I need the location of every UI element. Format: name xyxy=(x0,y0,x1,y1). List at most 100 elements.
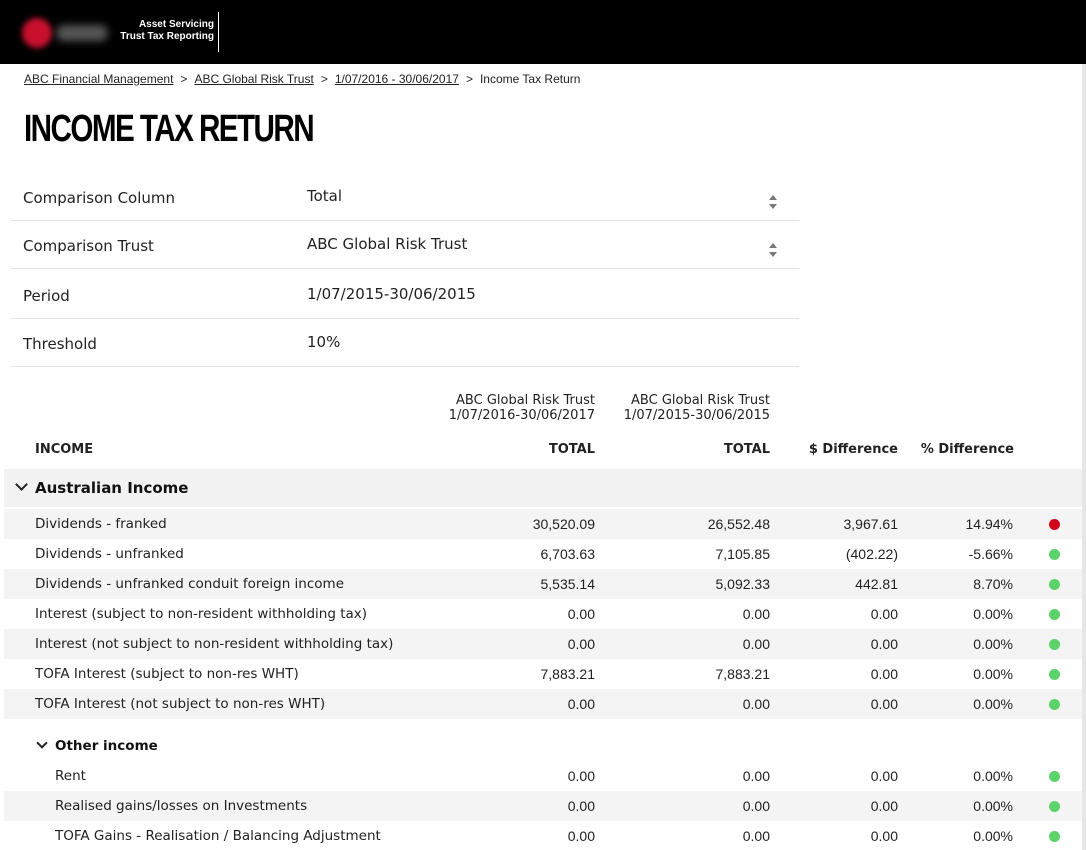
threshold-label: Threshold xyxy=(23,335,97,353)
comparison-trust-label: Comparison Trust xyxy=(23,237,154,255)
page-title: INCOME TAX RETURN xyxy=(24,108,315,150)
percent-difference: 8.70% xyxy=(973,576,1013,592)
table-row: Dividends - unfranked 6,703.63 7,105.85 (40… xyxy=(4,539,1082,569)
breadcrumb-link-trust[interactable]: ABC Global Risk Trust xyxy=(194,72,313,86)
status-indicator-icon xyxy=(1049,519,1060,530)
value-comparison: 0.00 xyxy=(742,606,770,622)
dollar-difference: 0.00 xyxy=(870,696,898,712)
value-current: 0.00 xyxy=(567,798,595,814)
value-comparison: 0.00 xyxy=(742,768,770,784)
percent-difference: 0.00% xyxy=(973,666,1013,682)
value-comparison: 5,092.33 xyxy=(715,576,771,592)
scrollbar-track[interactable] xyxy=(1082,64,1086,850)
row-label: Interest (not subject to non-resident wi… xyxy=(35,636,394,652)
select-arrows-icon[interactable] xyxy=(769,195,779,211)
table-row: TOFA Gains - Realisation / Balancing Adj… xyxy=(4,821,1082,850)
breadcrumb-link-period[interactable]: 1/07/2016 - 30/06/2017 xyxy=(335,72,459,86)
subsection-title: Other income xyxy=(55,738,158,754)
table-row: Dividends - unfranked conduit foreign in… xyxy=(4,569,1082,599)
value-current: 0.00 xyxy=(567,828,595,844)
status-indicator-icon xyxy=(1049,771,1060,782)
table-row: Dividends - franked 30,520.09 26,552.48 3,9… xyxy=(4,509,1082,539)
status-indicator-icon xyxy=(1049,669,1060,680)
dollar-difference: 0.00 xyxy=(870,666,898,682)
column-trust-name: ABC Global Risk Trust xyxy=(631,393,770,408)
dollar-difference: 0.00 xyxy=(870,606,898,622)
percent-difference: 0.00% xyxy=(973,828,1013,844)
column-header-comparison: ABC Global Risk Trust 1/07/2015-30/06/20… xyxy=(624,393,770,423)
section-australian-income[interactable]: Australian Income xyxy=(4,469,1082,507)
value-current: 30,520.09 xyxy=(532,516,595,532)
product-line-1: Asset Servicing xyxy=(138,19,214,30)
value-comparison: 0.00 xyxy=(742,636,770,652)
total-header-comparison: TOTAL xyxy=(723,442,770,457)
brand-logo[interactable] xyxy=(22,16,110,50)
column-trust-name: ABC Global Risk Trust xyxy=(456,393,595,408)
breadcrumb-link-client[interactable]: ABC Financial Management xyxy=(24,72,173,86)
value-current: 6,703.63 xyxy=(540,546,596,562)
income-header: INCOME xyxy=(35,442,94,457)
dollar-difference: 3,967.61 xyxy=(843,516,899,532)
status-indicator-icon xyxy=(1049,609,1060,620)
dollar-difference: 0.00 xyxy=(870,798,898,814)
percent-difference: 0.00% xyxy=(973,636,1013,652)
chevron-down-icon[interactable] xyxy=(36,737,48,749)
header-divider xyxy=(218,12,219,52)
total-header-current: TOTAL xyxy=(548,442,595,457)
status-indicator-icon xyxy=(1049,579,1060,590)
breadcrumb-current: Income Tax Return xyxy=(479,72,581,86)
section-title: Australian Income xyxy=(35,479,189,497)
period-value: 1/07/2015-30/06/2015 xyxy=(307,285,476,303)
comparison-trust-select[interactable]: ABC Global Risk Trust xyxy=(307,235,467,253)
column-period: 1/07/2015-30/06/2015 xyxy=(623,408,770,423)
column-header-current: ABC Global Risk Trust 1/07/2016-30/06/20… xyxy=(449,393,595,423)
row-label: Dividends - unfranked xyxy=(35,546,184,562)
value-current: 5,535.14 xyxy=(540,576,596,592)
percent-difference: 0.00% xyxy=(973,798,1013,814)
top-bar: Asset Servicing Trust Tax Reporting xyxy=(0,0,1086,64)
subsection-other-income[interactable]: Other income xyxy=(4,731,1082,761)
table-row: Realised gains/losses on Investments 0.00… xyxy=(4,791,1082,821)
comparison-column-row[interactable]: Comparison Column Total xyxy=(11,173,799,221)
breadcrumb-separator: > xyxy=(465,72,473,86)
row-label: Rent xyxy=(55,768,86,784)
dollar-difference: 0.00 xyxy=(870,636,898,652)
row-label: TOFA Interest (not subject to non-res WH… xyxy=(35,696,326,712)
status-indicator-icon xyxy=(1049,639,1060,650)
threshold-row: Threshold 10% xyxy=(11,319,799,367)
row-label: Dividends - franked xyxy=(35,516,167,532)
dollar-difference: 0.00 xyxy=(870,768,898,784)
dollar-difference: (402.22) xyxy=(845,546,898,562)
row-label: Dividends - unfranked conduit foreign in… xyxy=(35,576,345,592)
row-label: Interest (subject to non-resident withho… xyxy=(35,606,368,622)
percent-difference: 0.00% xyxy=(973,696,1013,712)
threshold-value: 10% xyxy=(307,333,341,351)
value-current: 7,883.21 xyxy=(540,666,596,682)
value-comparison: 26,552.48 xyxy=(707,516,770,532)
percent-difference: -5.66% xyxy=(968,546,1013,562)
status-indicator-icon xyxy=(1049,699,1060,710)
percent-difference-header: % Difference xyxy=(920,442,1014,457)
status-indicator-icon xyxy=(1049,801,1060,812)
dollar-difference: 442.81 xyxy=(855,576,898,592)
row-label: Realised gains/losses on Investments xyxy=(55,798,308,814)
comparison-trust-row[interactable]: Comparison Trust ABC Global Risk Trust xyxy=(11,221,799,269)
comparison-column-select[interactable]: Total xyxy=(307,187,342,205)
percent-difference: 0.00% xyxy=(973,606,1013,622)
comparison-column-label: Comparison Column xyxy=(23,189,176,207)
value-current: 0.00 xyxy=(567,696,595,712)
value-comparison: 0.00 xyxy=(742,798,770,814)
value-current: 0.00 xyxy=(567,606,595,622)
value-comparison: 0.00 xyxy=(742,828,770,844)
chevron-down-icon[interactable] xyxy=(15,478,28,491)
select-arrows-icon[interactable] xyxy=(769,243,779,259)
table-row: TOFA Interest (subject to non-res WHT) 7,… xyxy=(4,659,1082,689)
breadcrumb-separator: > xyxy=(320,72,328,86)
row-label: TOFA Gains - Realisation / Balancing Adj… xyxy=(55,828,381,844)
table-row: Rent 0.00 0.00 0.00 0.00% xyxy=(4,761,1082,791)
period-label: Period xyxy=(23,287,70,305)
table-row: Interest (subject to non-resident withho… xyxy=(4,599,1082,629)
dollar-difference-header: $ Difference xyxy=(808,442,898,457)
percent-difference: 14.94% xyxy=(965,516,1013,532)
value-current: 0.00 xyxy=(567,768,595,784)
